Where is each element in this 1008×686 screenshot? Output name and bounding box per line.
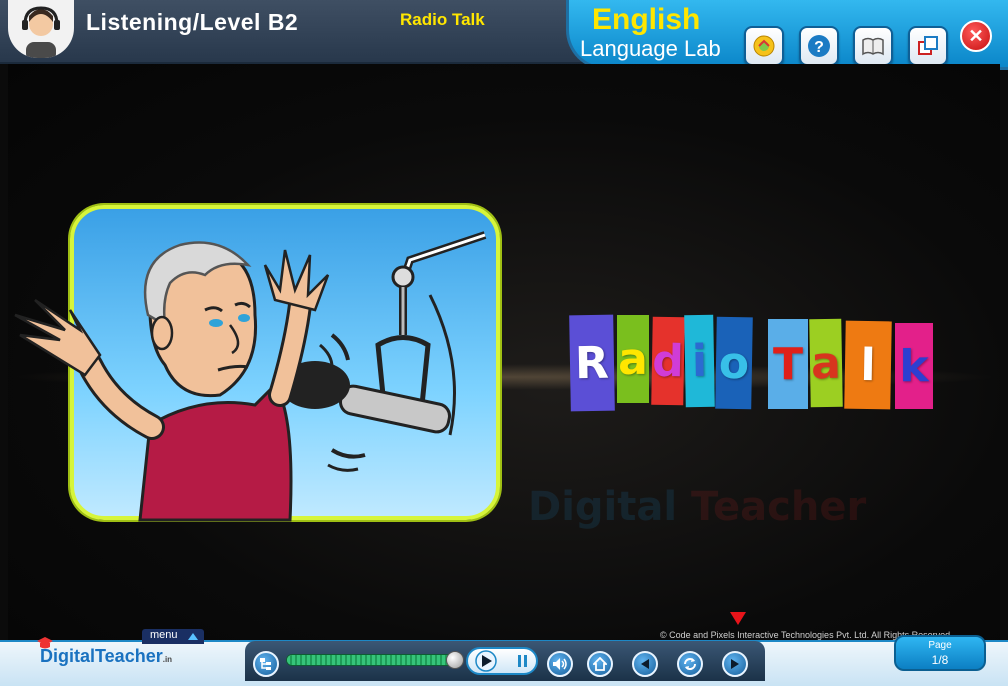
- home-icon: [593, 657, 607, 671]
- previous-button[interactable]: [632, 651, 658, 677]
- title-tile-4: i: [684, 314, 715, 408]
- title-tile-letter: a: [810, 337, 842, 389]
- page-title: Listening/Level B2: [86, 9, 299, 35]
- title-tile-letter: d: [651, 335, 685, 387]
- app-window: Listening/Level B2 Radio Talk English La…: [0, 0, 1008, 686]
- progress-knob[interactable]: [446, 651, 464, 669]
- help-button[interactable]: ?: [799, 26, 839, 66]
- play-icon[interactable]: [475, 650, 497, 672]
- next-button[interactable]: [722, 651, 748, 677]
- previous-icon: [641, 659, 649, 669]
- score-button[interactable]: [744, 26, 784, 66]
- audio-progress-bar[interactable]: [286, 654, 456, 666]
- fullscreen-button[interactable]: [908, 26, 948, 66]
- help-icon: ?: [808, 35, 830, 57]
- radio-host-illustration: [14, 205, 500, 522]
- watermark-part1: Digital: [528, 484, 678, 530]
- logo-part2: Teacher: [95, 646, 163, 666]
- brand-subtitle: Language Lab: [580, 36, 721, 61]
- play-pause-control: [466, 647, 538, 675]
- index-button[interactable]: [253, 651, 279, 677]
- stage-watermark: Digital Teacher: [528, 484, 866, 530]
- book-button[interactable]: [853, 26, 893, 66]
- next-icon: [731, 659, 739, 669]
- title-tile-letter: R: [574, 337, 610, 389]
- home-button[interactable]: [587, 651, 613, 677]
- refresh-icon: [684, 658, 696, 670]
- lesson-title: Radio Talk: [400, 10, 485, 29]
- volume-button[interactable]: [547, 651, 573, 677]
- pause-icon[interactable]: [518, 655, 527, 667]
- title-tile-5: o: [715, 316, 753, 410]
- fullscreen-icon: [918, 36, 938, 55]
- page-pointer-icon: [730, 612, 746, 625]
- page-indicator: Page 1/8: [894, 635, 986, 671]
- graduation-cap-icon: [37, 637, 53, 649]
- close-button[interactable]: ✕: [960, 20, 992, 52]
- title-tile-letter: a: [618, 333, 648, 385]
- score-icon: [753, 35, 775, 57]
- title-tile-letter: k: [899, 340, 929, 392]
- close-icon: ✕: [968, 25, 984, 46]
- speaker-icon: [553, 658, 567, 670]
- chevron-up-icon: [188, 633, 198, 640]
- page-number: 1/8: [931, 653, 949, 667]
- book-icon: [862, 37, 884, 56]
- svg-text:?: ?: [814, 39, 824, 56]
- tree-index-icon: [260, 658, 271, 670]
- replay-button[interactable]: [677, 651, 703, 677]
- title-tile-9: k: [895, 323, 933, 409]
- digital-teacher-logo: DigitalTeacher.in: [37, 637, 173, 667]
- title-tile-letter: o: [718, 337, 750, 389]
- title-tile-1: R: [569, 314, 615, 412]
- progress-fill: [287, 655, 452, 665]
- title-tile-letter: i: [691, 335, 708, 387]
- avatar: [8, 0, 74, 58]
- title-tile-2: a: [617, 315, 649, 403]
- title-tile-6: T: [768, 319, 808, 409]
- menu-label: menu: [150, 629, 178, 641]
- page-label: Page: [928, 640, 952, 651]
- logo-suffix: .in: [162, 655, 173, 664]
- brand-title: English: [592, 3, 701, 36]
- title-tile-letter: T: [772, 338, 803, 390]
- title-tile-3: d: [651, 316, 685, 406]
- menu-button[interactable]: menu: [142, 629, 204, 644]
- title-tile-8: l: [844, 320, 892, 410]
- title-tile-letter: l: [860, 339, 876, 391]
- radio-talk-title-tiles: RadioTalk: [569, 313, 950, 413]
- watermark-part2: Teacher: [691, 484, 867, 530]
- title-tile-7: a: [809, 318, 843, 408]
